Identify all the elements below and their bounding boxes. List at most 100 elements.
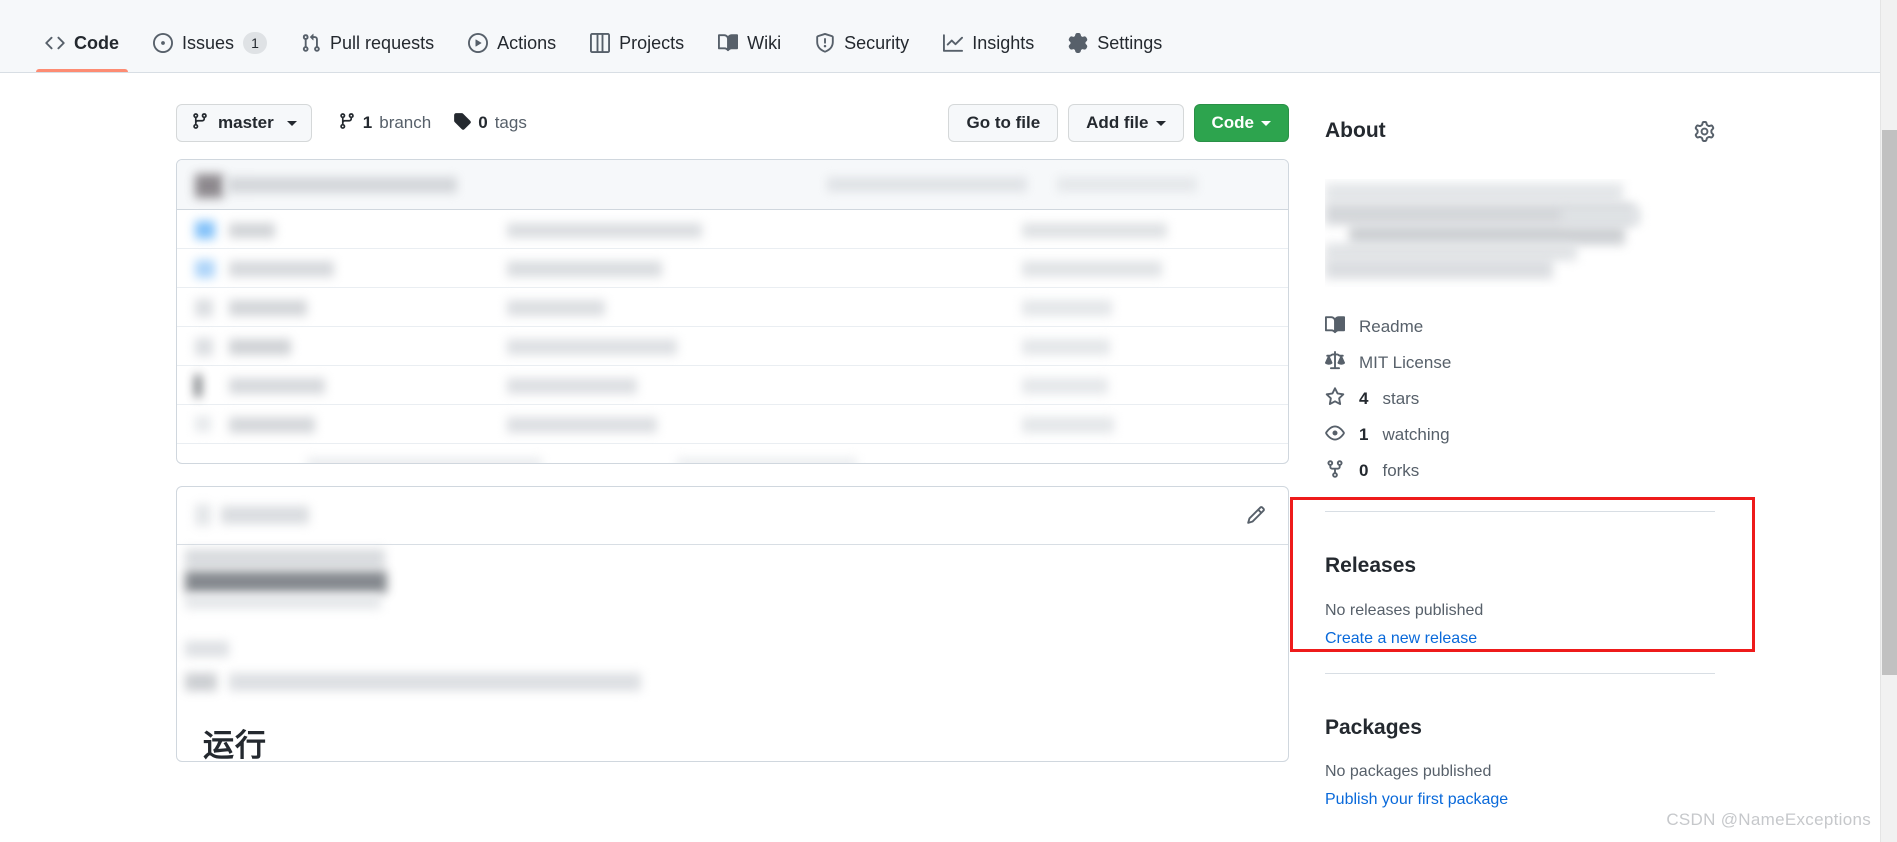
releases-section: Releases No releases published Create a … <box>1325 511 1715 651</box>
nav-tab-label: Pull requests <box>330 34 434 52</box>
redacted-content <box>307 458 542 464</box>
nav-tab-security[interactable]: Security <box>798 0 926 72</box>
repository-body: master 1 branch 0 tags <box>0 73 1880 842</box>
packages-title: Packages <box>1325 715 1715 740</box>
table-icon <box>590 33 610 53</box>
meta-row-count: 0 <box>1359 461 1368 481</box>
meta-row-label: Readme <box>1359 317 1423 337</box>
chevron-down-icon <box>1156 121 1166 126</box>
nav-tab-counter: 1 <box>243 32 267 54</box>
redacted-content <box>1349 225 1625 245</box>
nav-tab-insights[interactable]: Insights <box>926 0 1051 72</box>
graph-icon <box>943 33 963 53</box>
fork-icon <box>1325 459 1345 484</box>
nav-tab-settings[interactable]: Settings <box>1051 0 1179 72</box>
gear-icon <box>1068 33 1088 53</box>
law-icon <box>1325 351 1345 376</box>
go-to-file-button[interactable]: Go to file <box>948 104 1058 142</box>
pull-request-icon <box>301 33 321 53</box>
redacted-content <box>1022 300 1112 316</box>
redacted-content <box>827 177 1027 192</box>
github-repo-page: Code Issues1 Pull requests Actions Projects W… <box>0 0 1897 842</box>
nav-tab-projects[interactable]: Projects <box>573 0 701 72</box>
browser-scrollbar[interactable] <box>1880 0 1897 842</box>
nav-tab-pull-requests[interactable]: Pull requests <box>284 0 451 72</box>
code-download-button[interactable]: Code <box>1194 104 1290 142</box>
file-row[interactable] <box>177 249 1288 288</box>
redacted-content <box>229 378 325 394</box>
redacted-content <box>1022 378 1108 394</box>
chevron-down-icon <box>287 121 297 126</box>
edit-readme-icon[interactable] <box>1246 505 1266 530</box>
redacted-content <box>1022 223 1167 238</box>
file-row[interactable] <box>177 405 1288 444</box>
file-row[interactable] <box>177 444 1288 464</box>
nav-tab-actions[interactable]: Actions <box>451 0 573 72</box>
branch-icon <box>338 112 356 135</box>
meta-row-label: forks <box>1382 461 1419 481</box>
redacted-content <box>195 375 201 397</box>
tag-count-link[interactable]: 0 tags <box>453 112 527 135</box>
nav-tab-label: Security <box>844 34 909 52</box>
toolbar-actions: Go to file Add file Code <box>948 104 1289 142</box>
redacted-content <box>1022 417 1114 433</box>
tag-count-value: 0 <box>478 113 487 133</box>
nav-tab-label: Wiki <box>747 34 781 52</box>
tag-icon <box>453 112 471 135</box>
file-row[interactable] <box>177 327 1288 366</box>
redacted-content <box>227 177 457 193</box>
redacted-content <box>1561 207 1641 225</box>
meta-row-forks[interactable]: 0 forks <box>1325 453 1715 489</box>
packages-section: Packages No packages published Publish y… <box>1325 673 1715 813</box>
meta-row-count: 1 <box>1359 425 1368 445</box>
redacted-content <box>195 260 215 278</box>
redacted-content <box>229 300 307 316</box>
meta-row-label: stars <box>1382 389 1419 409</box>
file-row[interactable] <box>177 210 1288 249</box>
redacted-content <box>1022 261 1162 277</box>
redacted-content <box>677 458 857 464</box>
tag-count-label: tags <box>495 113 527 133</box>
meta-row-stars[interactable]: 4 stars <box>1325 381 1715 417</box>
redacted-content <box>507 339 677 355</box>
nav-tab-issues[interactable]: Issues1 <box>136 0 284 72</box>
publish-package-link[interactable]: Publish your first package <box>1325 788 1715 812</box>
redacted-content <box>1022 339 1110 355</box>
redacted-content <box>195 338 213 356</box>
add-file-label: Add file <box>1086 113 1148 133</box>
play-icon <box>468 33 488 53</box>
create-release-link[interactable]: Create a new release <box>1325 627 1715 651</box>
latest-commit-header <box>177 160 1288 210</box>
nav-tab-code[interactable]: Code <box>28 0 136 72</box>
scrollbar-thumb[interactable] <box>1882 130 1897 675</box>
releases-title: Releases <box>1325 553 1715 578</box>
meta-row-readme[interactable]: Readme <box>1325 309 1715 345</box>
redacted-content <box>229 673 641 691</box>
meta-row-watching[interactable]: 1 watching <box>1325 417 1715 453</box>
code-icon <box>45 33 65 53</box>
book-icon <box>718 33 738 53</box>
redacted-content <box>229 223 275 238</box>
repository-nav: Code Issues1 Pull requests Actions Projects W… <box>0 0 1880 73</box>
branch-icon <box>191 112 209 135</box>
branch-count-link[interactable]: 1 branch <box>338 112 431 135</box>
nav-tab-label: Code <box>74 34 119 52</box>
meta-row-label: watching <box>1382 425 1449 445</box>
meta-row-label: MIT License <box>1359 353 1451 373</box>
meta-row-mit-license[interactable]: MIT License <box>1325 345 1715 381</box>
nav-tab-wiki[interactable]: Wiki <box>701 0 798 72</box>
redacted-content <box>507 300 605 316</box>
branch-count-value: 1 <box>363 113 372 133</box>
branch-selector-button[interactable]: master <box>176 104 312 142</box>
file-row[interactable] <box>177 366 1288 405</box>
redacted-content <box>185 571 387 593</box>
add-file-button[interactable]: Add file <box>1068 104 1183 142</box>
gear-icon[interactable] <box>1694 121 1715 142</box>
redacted-content <box>195 221 215 239</box>
file-row[interactable] <box>177 288 1288 327</box>
redacted-content <box>507 223 702 238</box>
nav-tab-label: Projects <box>619 34 684 52</box>
redacted-content <box>195 299 213 317</box>
meta-row-count: 4 <box>1359 389 1368 409</box>
redacted-content <box>229 339 291 355</box>
